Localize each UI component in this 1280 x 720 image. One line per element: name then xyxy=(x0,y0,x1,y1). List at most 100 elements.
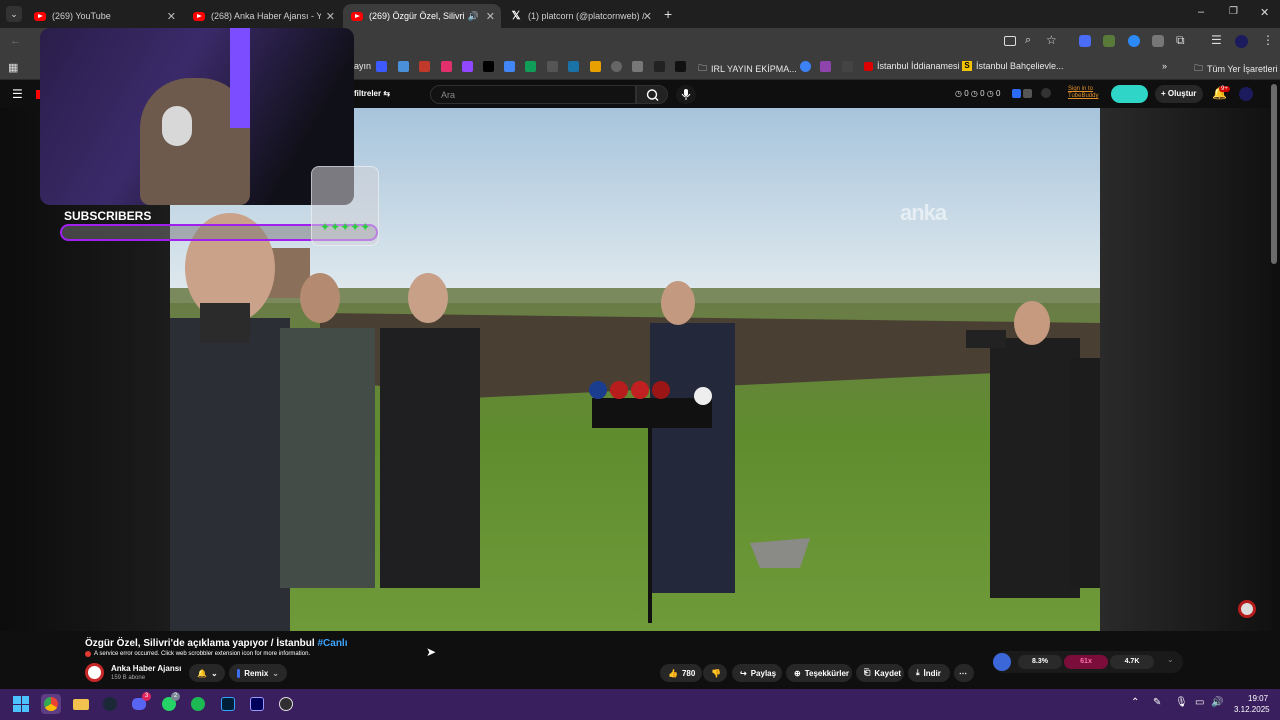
tab-list-dropdown-icon[interactable]: ⌄ xyxy=(6,6,22,22)
speaker-icon[interactable]: 🔊 xyxy=(468,11,479,22)
create-button[interactable]: + Oluştur xyxy=(1155,85,1203,103)
file-explorer-icon[interactable] xyxy=(71,694,91,714)
close-window-button[interactable]: ✕ xyxy=(1260,6,1269,19)
bookmark-favicon[interactable] xyxy=(632,61,643,72)
scrollbar[interactable] xyxy=(1271,84,1277,264)
close-icon[interactable]: ✕ xyxy=(167,10,176,23)
tray-volume-icon[interactable]: 🔊 xyxy=(1211,697,1223,708)
instagram-icon[interactable] xyxy=(441,61,452,72)
hamburger-menu-icon[interactable]: ☰ xyxy=(12,87,23,101)
extension-icon[interactable] xyxy=(1012,89,1021,98)
more-bookmarks-chevron-icon[interactable]: » xyxy=(1162,61,1167,71)
clock-time[interactable]: 19:07 xyxy=(1248,694,1268,703)
close-icon[interactable]: ✕ xyxy=(486,10,495,23)
minimize-button[interactable]: – xyxy=(1198,6,1204,18)
premiere-icon[interactable] xyxy=(247,694,267,714)
channel-avatar[interactable] xyxy=(85,663,104,682)
x-icon[interactable] xyxy=(483,61,494,72)
reading-list-icon[interactable]: ☰ xyxy=(1211,33,1222,47)
windows-start-icon[interactable] xyxy=(13,696,29,712)
extension-icon[interactable] xyxy=(1128,35,1140,47)
like-button[interactable]: 👍 780 xyxy=(660,664,702,682)
bookmark-favicon[interactable] xyxy=(398,61,409,72)
twitch-icon[interactable] xyxy=(462,61,473,72)
extension-icon[interactable] xyxy=(1023,89,1032,98)
youtube-icon xyxy=(351,11,363,21)
tray-chevron-up-icon[interactable]: ⌃ xyxy=(1131,697,1139,708)
extension-icon[interactable] xyxy=(1152,35,1164,47)
bookmark-favicon xyxy=(864,61,873,71)
more-actions-button[interactable]: ⋯ xyxy=(954,664,974,682)
steam-icon[interactable] xyxy=(100,694,120,714)
bookmark-favicon[interactable] xyxy=(800,61,811,72)
extension-icon[interactable] xyxy=(1041,88,1051,98)
all-bookmarks-folder[interactable]: 🗀 Tüm Yer İşaretleri xyxy=(1194,61,1278,77)
page-right-area xyxy=(1100,108,1272,631)
voice-search-icon[interactable] xyxy=(676,85,696,104)
sheets-icon[interactable] xyxy=(525,61,536,72)
thumbs-up-icon: 👍 xyxy=(668,668,678,678)
bookmark-istanbul-iddianamesi[interactable]: İstanbul İddianamesi xyxy=(864,61,960,71)
bookmark-partial[interactable]: ayın xyxy=(354,61,371,71)
extensions-puzzle-icon[interactable]: ⧉ xyxy=(1176,33,1185,48)
zoom-icon[interactable]: ⌕ xyxy=(1025,34,1031,47)
apps-grid-icon[interactable]: ▦ xyxy=(8,61,18,74)
bookmark-favicon[interactable] xyxy=(590,61,601,72)
bookmark-favicon[interactable] xyxy=(820,61,831,72)
account-avatar[interactable] xyxy=(1239,87,1253,101)
save-button[interactable]: ⎗ Kaydet xyxy=(856,664,904,682)
hashtag-link[interactable]: #Canlı xyxy=(317,638,347,649)
tab-x-platcorn[interactable]: 𝕏 (1) platcorn (@platcornweb) / X ✕ xyxy=(502,4,658,28)
filters-button[interactable]: filtreler ⇆ xyxy=(354,89,390,98)
dislike-button[interactable]: 👎 xyxy=(703,664,727,682)
profile-avatar[interactable] xyxy=(1235,35,1248,48)
tab-youtube-home[interactable]: (269) YouTube ✕ xyxy=(26,4,182,28)
extension-icon[interactable] xyxy=(1103,35,1115,47)
bookmark-favicon[interactable] xyxy=(842,61,853,72)
thanks-button[interactable]: ⊕ Teşekkürler xyxy=(786,664,852,682)
bookmark-star-icon[interactable]: ☆ xyxy=(1046,33,1057,47)
bookmark-favicon[interactable] xyxy=(376,61,387,72)
save-icon: ⎗ xyxy=(864,668,871,677)
tubebuddy-button[interactable] xyxy=(1111,85,1148,103)
bookmark-favicon[interactable] xyxy=(568,61,579,72)
bookmark-favicon[interactable] xyxy=(419,61,430,72)
channel-name[interactable]: Anka Haber Ajansı xyxy=(111,664,181,673)
spotify-icon[interactable] xyxy=(188,694,208,714)
bookmark-favicon: S xyxy=(962,61,972,71)
photoshop-logo xyxy=(221,697,235,711)
globe-icon[interactable] xyxy=(611,61,622,72)
search-button[interactable] xyxy=(636,85,668,104)
menu-kebab-icon[interactable]: ⋮ xyxy=(1262,33,1274,47)
bookmark-irl-folder[interactable]: 🗀 IRL YAYIN EKİPMA... xyxy=(698,61,797,77)
tray-display-icon[interactable]: ▭ xyxy=(1195,697,1204,708)
screen-cast-icon[interactable] xyxy=(1004,36,1016,46)
bookmark-favicon[interactable] xyxy=(654,61,665,72)
tray-pen-icon[interactable]: ✎ xyxy=(1153,697,1161,708)
new-tab-button[interactable]: + xyxy=(664,6,672,22)
photoshop-icon[interactable] xyxy=(218,694,238,714)
back-icon[interactable]: ← xyxy=(10,35,21,47)
clock-date[interactable]: 3.12.2025 xyxy=(1234,705,1270,714)
download-button[interactable]: ⤓ İndir xyxy=(908,664,950,682)
tray-mic-icon[interactable]: 🎙 xyxy=(1175,697,1188,708)
docs-icon[interactable] xyxy=(504,61,515,72)
remix-button[interactable]: Remix ⌄ xyxy=(229,664,287,682)
close-icon[interactable]: ✕ xyxy=(643,10,652,23)
bookmark-favicon[interactable] xyxy=(547,61,558,72)
close-icon[interactable]: ✕ xyxy=(326,10,335,23)
bookmark-favicon[interactable] xyxy=(675,61,686,72)
chevron-down-icon[interactable]: ⌄ xyxy=(1167,655,1174,664)
share-button[interactable]: ↪ Paylaş xyxy=(732,664,782,682)
subscribe-bell-button[interactable]: 🔔 ⌄ xyxy=(189,664,225,682)
tab-current-video[interactable]: (269) Özgür Özel, Silivri'de 🔊 ✕ xyxy=(343,4,501,28)
search-input[interactable]: Ara xyxy=(430,85,636,104)
tab-anka-channel[interactable]: (268) Anka Haber Ajansı - YouTube ✕ xyxy=(185,4,341,28)
bookmark-istanbul-bahcelievle[interactable]: S İstanbul Bahçelievle... xyxy=(962,61,1064,71)
folder-icon xyxy=(73,699,89,710)
extension-icon[interactable] xyxy=(1079,35,1091,47)
chrome-icon[interactable] xyxy=(41,694,61,714)
maximize-button[interactable]: ❐ xyxy=(1229,6,1238,17)
tubebuddy-signin-link[interactable]: Sign in to TubeBuddy xyxy=(1068,86,1098,100)
obs-icon[interactable] xyxy=(276,694,296,714)
